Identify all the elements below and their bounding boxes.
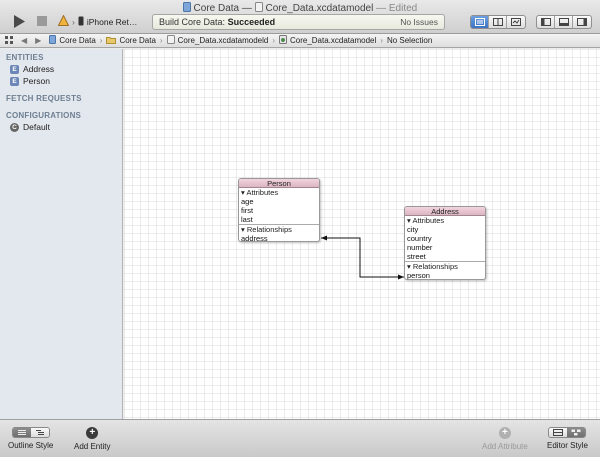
entity-title: Person [239, 179, 319, 188]
attribute-row[interactable]: age [239, 197, 319, 206]
relationship-row[interactable]: address [239, 234, 319, 241]
folder-icon [106, 36, 117, 46]
entity-address[interactable]: Address ▾ Attributes city country number… [404, 206, 486, 280]
add-plus-icon: + [86, 427, 99, 439]
jump-bar: ◀ ▶ Core Data › Core Data › Core_Data.xc… [0, 34, 600, 48]
file-icon [254, 2, 266, 14]
disclosure-triangle-icon[interactable]: ▾ [407, 262, 411, 271]
status-label: Build Core Data: [159, 17, 226, 27]
debug-area-toggle-button[interactable] [555, 16, 573, 28]
window-title-file: Core_Data.xcdatamodel [265, 3, 374, 14]
relationships-group[interactable]: ▾ Relationships [405, 261, 485, 271]
disclosure-triangle-icon[interactable]: ▾ [407, 216, 411, 225]
attribute-row[interactable]: country [405, 234, 485, 243]
sidebar-entity-person[interactable]: E Person [10, 76, 50, 86]
data-model-icon [278, 35, 287, 46]
outline-style-control[interactable]: Outline Style [8, 427, 53, 450]
breadcrumb-model-bundle[interactable]: Core_Data.xcdatamodeld [165, 35, 271, 46]
disclosure-triangle-icon[interactable]: ▾ [241, 188, 245, 197]
chevron-right-icon: › [72, 16, 75, 27]
entity-icon: E [10, 76, 19, 86]
model-outline-sidebar: ENTITIES E Address E Person FETCH REQUES… [0, 49, 123, 419]
editor-style-control[interactable]: Editor Style [547, 427, 588, 450]
outline-view-button[interactable] [12, 428, 31, 437]
disclosure-triangle-icon[interactable]: ▾ [241, 225, 245, 234]
relationship-row[interactable]: person [405, 271, 485, 279]
run-button[interactable] [12, 14, 26, 28]
graph-style-button[interactable] [567, 428, 586, 437]
fetch-requests-section-header: FETCH REQUESTS [6, 94, 82, 103]
entities-section-header: ENTITIES [6, 53, 44, 62]
stop-button[interactable] [36, 14, 48, 28]
configurations-section-header: CONFIGURATIONS [6, 111, 82, 120]
assistant-editor-button[interactable] [489, 16, 507, 28]
outline-style-toggle[interactable] [11, 427, 50, 438]
table-style-button[interactable] [549, 428, 568, 437]
add-entity-button[interactable]: + Add Entity [74, 427, 110, 451]
sidebar-entity-address[interactable]: E Address [10, 64, 54, 74]
chevron-right-icon: › [380, 36, 383, 45]
entity-person[interactable]: Person ▾ Attributes age first last ▾ Rel… [238, 178, 320, 242]
model-bundle-icon [166, 35, 175, 46]
attribute-row[interactable]: number [405, 243, 485, 252]
window-toolbar: Core Data — Core_Data.xcdatamodel — Edit… [0, 0, 600, 34]
scheme-selector[interactable]: › iPhone Ret… [57, 14, 138, 28]
scheme-target-label: iPhone Ret… [86, 16, 138, 27]
add-plus-icon: + [498, 427, 511, 439]
scheme-app-icon [57, 14, 70, 28]
window-title-project: Core Data [193, 3, 240, 14]
standard-editor-button[interactable] [471, 16, 489, 28]
editor-mode-control[interactable] [470, 15, 526, 29]
utilities-toggle-button[interactable] [573, 16, 591, 28]
relationships-group[interactable]: ▾ Relationships [239, 224, 319, 234]
activity-status: Build Core Data: Succeeded No Issues [152, 14, 445, 30]
attributes-group[interactable]: ▾ Attributes [405, 216, 485, 225]
breadcrumb-project[interactable]: Core Data [47, 35, 97, 46]
project-icon [182, 2, 194, 14]
hierarchy-view-button[interactable] [30, 428, 49, 437]
breadcrumb-selection[interactable]: No Selection [385, 36, 434, 45]
version-editor-button[interactable] [507, 16, 525, 28]
entity-icon: E [10, 64, 19, 74]
editor-style-label: Editor Style [547, 441, 588, 450]
chevron-right-icon: › [99, 36, 103, 45]
forward-arrow-icon[interactable]: ▶ [35, 36, 41, 45]
breadcrumb-model-file[interactable]: Core_Data.xcdatamodel [277, 35, 378, 46]
view-toggle-control[interactable] [536, 15, 592, 29]
outline-style-label: Outline Style [8, 441, 54, 450]
attribute-row[interactable]: street [405, 252, 485, 261]
breadcrumb-group[interactable]: Core Data [104, 36, 157, 46]
related-items-icon[interactable] [5, 35, 13, 46]
add-attribute-label: Add Attribute [482, 442, 528, 451]
chevron-right-icon: › [159, 36, 163, 45]
navigator-toggle-button[interactable] [537, 16, 555, 28]
add-entity-label: Add Entity [74, 442, 111, 451]
attribute-row[interactable]: city [405, 225, 485, 234]
attribute-row[interactable]: first [239, 206, 319, 215]
issues-count: No Issues [400, 17, 438, 27]
back-arrow-icon[interactable]: ◀ [21, 36, 27, 45]
diagram-canvas[interactable]: Person ▾ Attributes age first last ▾ Rel… [124, 49, 600, 419]
project-icon [49, 35, 57, 46]
editor-bottom-bar: Outline Style + Add Entity + Add Attribu… [0, 419, 600, 457]
status-value: Succeeded [227, 17, 276, 27]
device-icon [78, 16, 84, 28]
editor-style-toggle[interactable] [548, 427, 587, 438]
window-title: Core Data — Core_Data.xcdatamodel — Edit… [0, 2, 600, 14]
add-attribute-button[interactable]: + Add Attribute [482, 427, 528, 451]
relationship-connector [321, 235, 404, 280]
entity-title: Address [405, 207, 485, 216]
attribute-row[interactable]: last [239, 215, 319, 224]
sidebar-configuration-default[interactable]: C Default [10, 122, 50, 132]
attributes-group[interactable]: ▾ Attributes [239, 188, 319, 197]
chevron-right-icon: › [272, 36, 275, 45]
edited-indicator: — Edited [376, 3, 418, 14]
configuration-icon: C [10, 122, 19, 132]
